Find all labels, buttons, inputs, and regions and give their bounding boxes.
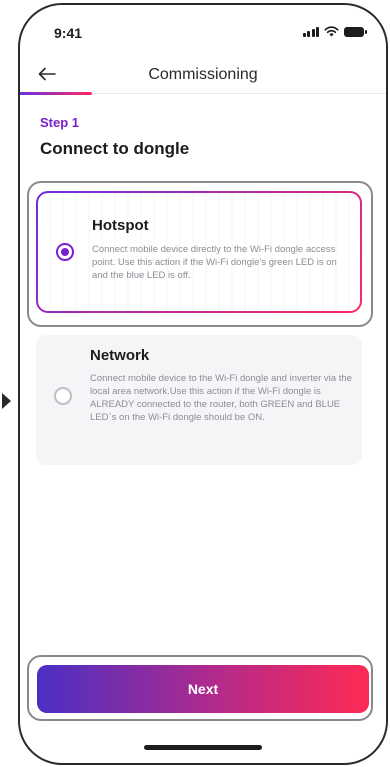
page-title: Commissioning <box>148 66 258 83</box>
next-button[interactable]: Next <box>37 665 369 713</box>
option-description-hotspot: Connect mobile device directly to the Wi… <box>92 244 337 281</box>
pointer-arrow-icon <box>2 393 11 409</box>
option-title-network: Network <box>90 347 150 364</box>
step-title: Connect to dongle <box>40 139 190 158</box>
status-icons <box>302 26 367 37</box>
option-card-network-body: Network Connect mobile device to the Wi-… <box>36 335 362 465</box>
wifi-icon <box>324 26 339 37</box>
signal-icon <box>302 26 319 37</box>
battery-icon <box>344 27 367 37</box>
step-progress-bar <box>20 92 92 95</box>
phone-frame: 9:41 Commissioning Step 1 Connect to don… <box>18 3 388 765</box>
status-time: 9:41 <box>54 25 83 41</box>
option-card-hotspot-body: Hotspot Connect mobile device directly t… <box>38 193 360 311</box>
option-title-hotspot: Hotspot <box>92 217 149 234</box>
option-description-network: Connect mobile device to the Wi-Fi dongl… <box>90 373 352 423</box>
nav-bar: Commissioning <box>20 55 386 95</box>
option-card-hotspot[interactable]: Hotspot Connect mobile device directly t… <box>36 191 362 313</box>
home-indicator <box>144 745 262 750</box>
status-bar: 9:41 <box>20 5 386 53</box>
radio-network[interactable] <box>54 387 72 405</box>
radio-hotspot[interactable] <box>56 243 74 261</box>
option-card-network[interactable]: Network Connect mobile device to the Wi-… <box>36 335 362 465</box>
step-label: Step 1 <box>40 115 80 130</box>
